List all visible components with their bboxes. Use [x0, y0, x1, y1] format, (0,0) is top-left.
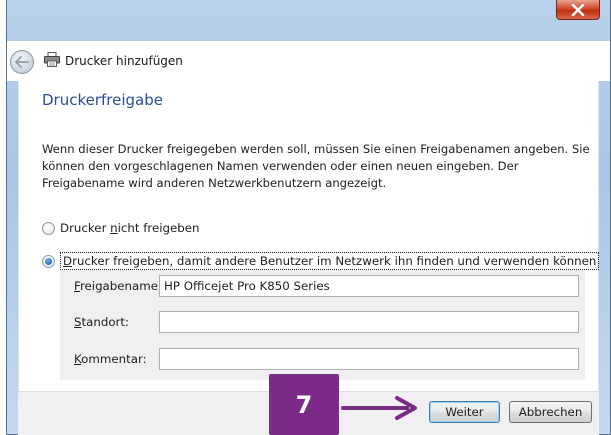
printer-icon — [44, 52, 60, 67]
cancel-button[interactable]: Abbrechen — [509, 401, 592, 423]
window-title: Drucker hinzufügen — [65, 54, 183, 68]
location-input[interactable] — [159, 311, 579, 333]
share-name-input[interactable] — [159, 275, 579, 297]
share-fields-panel: Freigabename: Standort: Kommentar: — [60, 270, 585, 380]
radio-no-share-label: Drucker nicht freigeben — [60, 221, 200, 235]
share-name-label: Freigabename: — [74, 279, 162, 293]
radio-share[interactable]: Drucker freigeben, damit andere Benutzer… — [42, 252, 600, 270]
wizard-header: Drucker hinzufügen — [7, 41, 610, 81]
radio-no-share[interactable]: Drucker nicht freigeben — [42, 221, 200, 235]
page-title: Druckerfreigabe — [42, 91, 163, 109]
radio-share-label: Drucker freigeben, damit andere Benutzer… — [60, 252, 600, 270]
back-button[interactable] — [10, 50, 34, 74]
location-label: Standort: — [74, 315, 129, 329]
pointer-arrow-icon — [341, 396, 417, 420]
close-icon — [571, 3, 585, 16]
next-button[interactable]: Weiter — [429, 401, 500, 423]
radio-button-selected[interactable] — [42, 254, 55, 268]
comment-input[interactable] — [159, 348, 579, 370]
radio-button[interactable] — [42, 221, 55, 235]
back-arrow-icon — [15, 56, 29, 68]
page-description: Wenn dieser Drucker freigegeben werden s… — [42, 142, 590, 190]
step-number-badge: 7 — [269, 374, 339, 435]
close-button[interactable] — [556, 0, 600, 20]
content-area: Druckerfreigabe Wenn dieser Drucker frei… — [18, 81, 600, 391]
comment-label: Kommentar: — [74, 352, 147, 366]
